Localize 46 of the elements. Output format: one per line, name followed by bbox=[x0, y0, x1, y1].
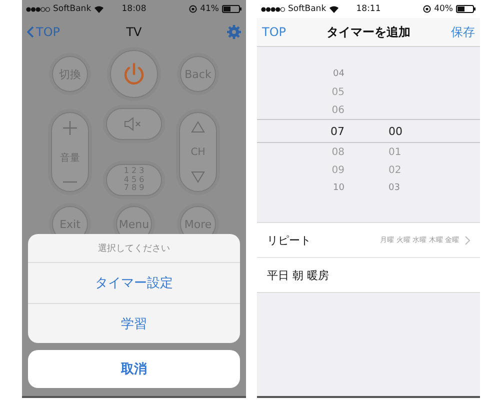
hour-option[interactable]: 04 bbox=[333, 69, 344, 79]
setting-label: 平日 朝 暖房 bbox=[267, 268, 329, 282]
setting-label: リピート bbox=[267, 232, 311, 248]
minute-option[interactable]: 03 bbox=[388, 183, 400, 193]
battery-icon bbox=[456, 5, 476, 13]
battery-icon bbox=[222, 5, 242, 13]
carrier-name: SoftBank bbox=[53, 4, 92, 14]
minus-icon bbox=[63, 181, 77, 183]
plus-icon bbox=[63, 121, 77, 135]
battery-percent: 41% bbox=[200, 4, 219, 14]
up-triangle-icon bbox=[191, 121, 205, 133]
wifi-icon bbox=[94, 5, 104, 13]
sheet-option[interactable]: タイマー設定 bbox=[28, 263, 240, 303]
hour-option[interactable]: 08 bbox=[332, 146, 344, 158]
screen-title: TV bbox=[125, 25, 143, 39]
hour-option[interactable]: 10 bbox=[333, 183, 344, 193]
hour-option[interactable]: 05 bbox=[332, 86, 344, 98]
down-triangle-icon bbox=[191, 171, 205, 183]
signal-icon bbox=[261, 6, 285, 12]
hour-option[interactable]: 09 bbox=[332, 164, 344, 176]
screen-title: タイマーを追加 bbox=[326, 24, 412, 40]
lock-rotation-icon bbox=[423, 5, 432, 13]
save-button[interactable]: 保存 bbox=[451, 24, 475, 40]
chevron-right-icon[interactable] bbox=[465, 236, 470, 244]
back-chevron-icon bbox=[27, 26, 34, 38]
minute-option[interactable]: 01 bbox=[388, 146, 402, 158]
sheet-option[interactable]: 学習 bbox=[28, 303, 240, 343]
minute-option[interactable]: 00 bbox=[388, 124, 402, 138]
power-icon bbox=[122, 62, 146, 86]
top-link[interactable]: TOP bbox=[262, 25, 286, 39]
cancel-button[interactable]: 取消 bbox=[28, 350, 240, 388]
status-time: 18:11 bbox=[356, 4, 381, 14]
hour-option[interactable]: 06 bbox=[332, 104, 344, 116]
power-button[interactable] bbox=[110, 50, 158, 98]
signal-icon bbox=[26, 6, 50, 12]
carrier-name: SoftBank bbox=[288, 4, 326, 14]
top-link[interactable]: TOP bbox=[27, 25, 60, 39]
battery-percent: 40% bbox=[434, 4, 453, 14]
status-time: 18:08 bbox=[122, 4, 146, 14]
lock-rotation-icon bbox=[189, 5, 198, 13]
mute-button[interactable] bbox=[106, 108, 162, 140]
minute-option[interactable]: 02 bbox=[388, 164, 402, 176]
settings-icon[interactable] bbox=[227, 25, 241, 39]
wifi-icon bbox=[329, 5, 340, 13]
sheet-title: 選択してください bbox=[28, 234, 240, 263]
hour-option[interactable]: 07 bbox=[330, 124, 344, 138]
